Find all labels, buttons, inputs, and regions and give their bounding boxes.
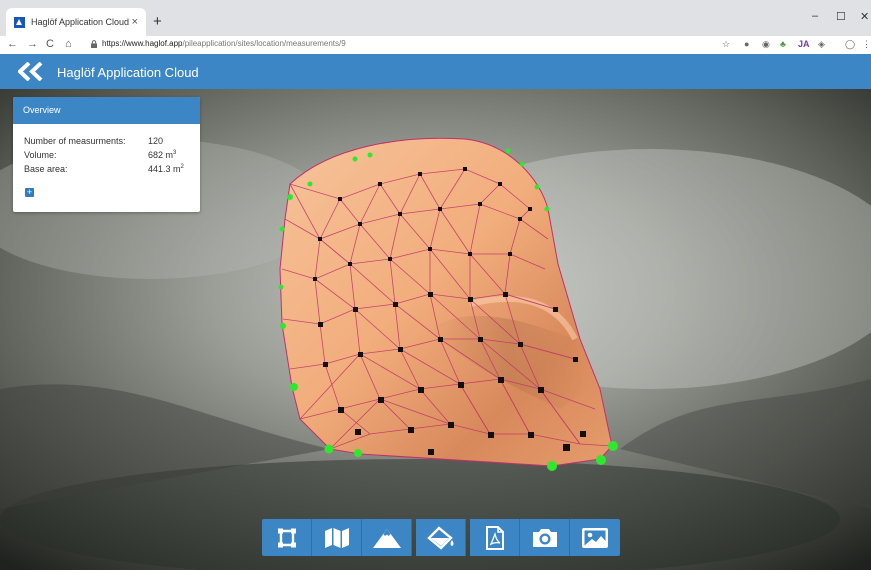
stat-label: Base area: <box>24 164 68 174</box>
stat-value: 441.3 m2 <box>148 164 184 174</box>
extension-icon[interactable]: ◉ <box>762 39 770 50</box>
stat-row-base-area: Base area: 441.3 m2 <box>24 164 189 178</box>
extension-icon[interactable]: ◈ <box>818 39 825 50</box>
bookmark-star-icon[interactable]: ☆ <box>722 39 730 50</box>
stat-label: Number of measurments: <box>24 136 126 146</box>
fill-button[interactable] <box>416 519 466 556</box>
map-button[interactable] <box>312 519 362 556</box>
app-favicon-icon <box>14 16 25 28</box>
forward-arrow-icon[interactable]: → <box>27 38 38 50</box>
image-button[interactable] <box>570 519 620 556</box>
browser-tab[interactable]: Haglöf Application Cloud × <box>6 8 146 36</box>
stat-value: 120 <box>148 136 164 146</box>
overview-heading: Overview <box>13 97 200 124</box>
url-host: https://www.haglof.app <box>102 39 183 48</box>
extension-icon[interactable]: JA <box>798 39 810 49</box>
menu-icon[interactable]: ⋮ <box>862 39 871 50</box>
extension-icon[interactable]: ♣ <box>780 39 786 49</box>
reload-icon[interactable]: C <box>46 38 54 50</box>
paint-bucket-icon <box>426 525 453 550</box>
browser-toolbar: ← → C ⌂ https://www.haglof.app/pileappli… <box>0 36 871 54</box>
stat-row-volume: Volume: 682 m3 <box>24 150 189 164</box>
tab-title: Haglöf Application Cloud <box>31 17 130 27</box>
stat-label: Volume: <box>24 150 57 160</box>
app-header: Haglöf Application Cloud <box>0 54 871 89</box>
lock-icon <box>91 40 97 48</box>
home-icon[interactable]: ⌂ <box>65 38 72 50</box>
url-path: /pileapplication/sites/location/measurem… <box>182 39 346 48</box>
maximize-button[interactable]: ☐ <box>836 10 846 23</box>
close-window-button[interactable]: ✕ <box>860 10 869 23</box>
minimize-button[interactable]: – <box>812 10 818 22</box>
browser-tab-bar: Haglöf Application Cloud × + – ☐ ✕ <box>0 0 871 36</box>
pdf-file-icon <box>485 525 504 550</box>
terrain-button[interactable] <box>362 519 412 556</box>
camera-icon <box>532 528 557 547</box>
mountain-icon <box>372 528 401 548</box>
app-title: Haglöf Application Cloud <box>57 65 199 80</box>
pdf-report-button[interactable] <box>470 519 520 556</box>
new-tab-button[interactable]: + <box>153 13 162 30</box>
expand-overview-button[interactable]: + <box>25 188 34 197</box>
double-chevron-back-icon[interactable] <box>18 62 44 81</box>
overview-panel: Overview Number of measurments: 120 Volu… <box>13 97 200 212</box>
extension-icon[interactable]: ● <box>744 39 749 49</box>
back-arrow-icon[interactable]: ← <box>7 38 18 50</box>
bottom-toolbar <box>262 519 620 556</box>
draw-boundary-button[interactable] <box>262 519 312 556</box>
address-bar[interactable]: https://www.haglof.app/pileapplication/s… <box>102 39 346 48</box>
tab-close-button[interactable]: × <box>132 16 138 28</box>
image-icon <box>582 527 608 548</box>
profile-icon[interactable]: ◯ <box>845 39 855 50</box>
stat-row-measurements: Number of measurments: 120 <box>24 136 189 150</box>
map-icon <box>324 527 349 548</box>
stat-value: 682 m3 <box>148 150 177 160</box>
crop-frame-icon <box>277 528 296 547</box>
camera-button[interactable] <box>520 519 570 556</box>
